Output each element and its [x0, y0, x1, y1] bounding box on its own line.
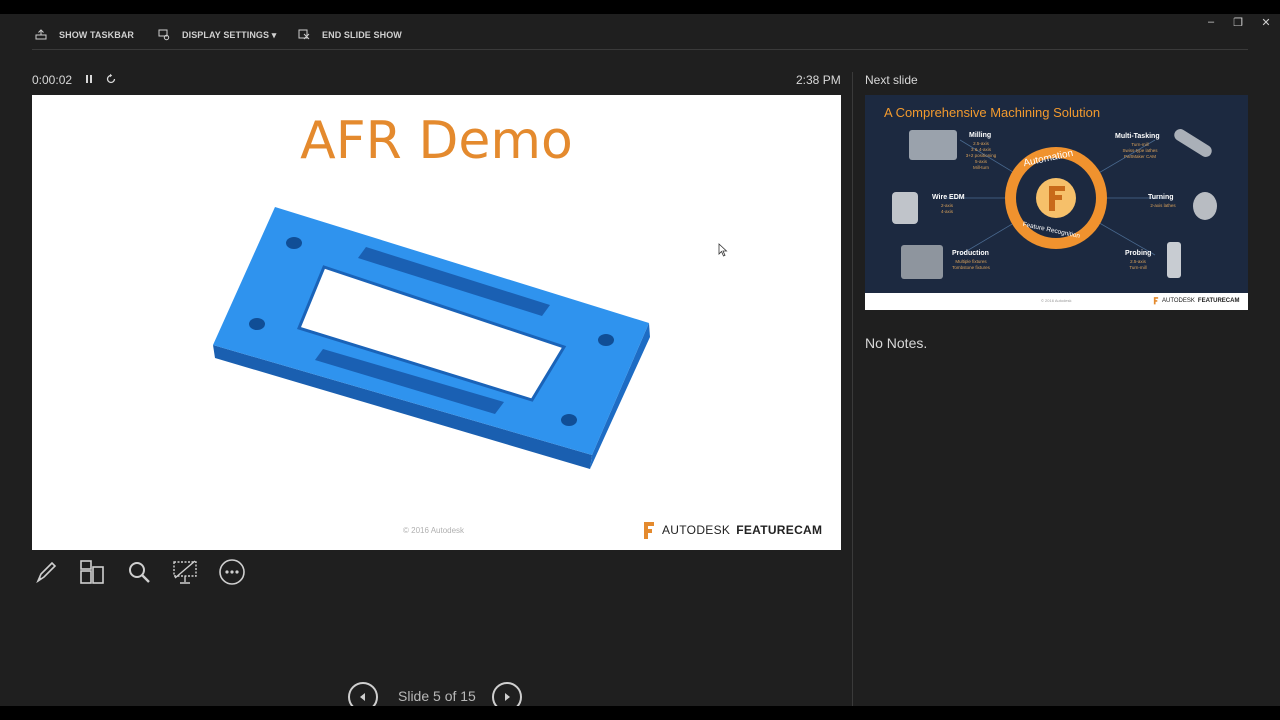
- wire-edm-label: Wire EDM: [932, 194, 965, 201]
- top-black-strip: [0, 0, 1280, 14]
- display-settings-button[interactable]: DISPLAY SETTINGS ▾: [158, 27, 276, 43]
- restart-icon: [106, 73, 116, 84]
- zoom-icon: [129, 562, 150, 583]
- next-slide-brand: AUTODESK FEATURECAM: [1153, 296, 1239, 305]
- pause-icon: [86, 75, 92, 83]
- next-brand-autodesk: AUTODESK: [1162, 297, 1195, 304]
- display-settings-icon: [158, 29, 170, 41]
- milling-label: Milling: [969, 132, 992, 139]
- next-slide-footer: © 2016 Autodesk AUTODESK FEATURECAM: [865, 293, 1248, 310]
- pen-tool-button[interactable]: [31, 557, 61, 587]
- pen-icon: [36, 561, 57, 584]
- show-taskbar-label: SHOW TASKBAR: [59, 30, 135, 40]
- multitasking-label: Multi-Tasking: [1115, 133, 1160, 140]
- wire-edm-image: [892, 192, 918, 224]
- prev-slide-icon: [360, 693, 365, 701]
- zoom-button[interactable]: [124, 557, 154, 587]
- cursor-icon: [718, 243, 728, 257]
- multitasking-sub: Turn-mill Swiss-type lathes PartMaker CA…: [1122, 142, 1158, 159]
- end-show-icon: [298, 29, 310, 40]
- brand-featurecam: FEATURECAM: [736, 523, 823, 537]
- turning-label: Turning: [1148, 194, 1174, 201]
- slides-grid-icon: [80, 560, 104, 584]
- pause-button[interactable]: [84, 73, 94, 88]
- probing-image: [1167, 242, 1181, 278]
- restore-icon: ❐: [1233, 16, 1243, 29]
- next-slide-thumbnail[interactable]: A Comprehensive Machining Solution Autom…: [865, 95, 1248, 310]
- restore-button[interactable]: ❐: [1227, 14, 1249, 30]
- brand-autodesk: AUTODESK: [662, 523, 731, 537]
- next-slide-heading: Next slide: [865, 73, 918, 87]
- taskbar-icon: [35, 29, 47, 40]
- next-slide-icon: [505, 693, 510, 701]
- end-slide-show-label: END SLIDE SHOW: [322, 30, 402, 40]
- wire-edm-sub: 2-axis 4-axis: [940, 203, 953, 214]
- show-taskbar-button[interactable]: SHOW TASKBAR: [35, 27, 134, 43]
- pane-divider[interactable]: [852, 72, 853, 706]
- slide-indicator[interactable]: Slide 5 of 15: [398, 688, 476, 704]
- display-settings-label: DISPLAY SETTINGS ▾: [182, 29, 277, 40]
- turning-image: [1193, 192, 1217, 220]
- next-slide-copyright: © 2016 Autodesk: [1041, 298, 1072, 303]
- mouse-cursor: [718, 243, 728, 262]
- slide-copyright: © 2016 Autodesk: [403, 526, 465, 535]
- milling-sub: 2.5-axis 3 & 4-axis 3+2 positioning 5-ax…: [965, 141, 997, 170]
- more-options-button[interactable]: [217, 557, 247, 587]
- clock: 2:38 PM: [796, 73, 841, 87]
- turning-sub: 2-axis lathes: [1150, 203, 1176, 208]
- reset-timer-button[interactable]: [105, 73, 117, 88]
- elapsed-timer: 0:00:02: [32, 73, 73, 87]
- minimize-icon: –: [1207, 16, 1215, 28]
- milling-image: [909, 130, 957, 160]
- featurecam-logo-icon: [644, 522, 654, 539]
- current-slide[interactable]: AFR Demo © 2016 Autodesk AUTODESK FEATUR…: [32, 95, 841, 550]
- close-button[interactable]: ✕: [1255, 14, 1277, 30]
- next-brand-featurecam: FEATURECAM: [1197, 297, 1240, 304]
- featurecam-logo-small-icon: [1153, 297, 1159, 305]
- part-illustration: [213, 207, 650, 469]
- black-screen-icon: [173, 560, 197, 584]
- close-icon: ✕: [1261, 16, 1271, 29]
- see-all-slides-button[interactable]: [77, 557, 107, 587]
- end-slide-show-button[interactable]: END SLIDE SHOW: [298, 27, 402, 43]
- black-screen-button[interactable]: [170, 557, 200, 587]
- toolbar-divider: [32, 49, 1248, 50]
- more-options-icon: [219, 559, 245, 585]
- probing-label: Probing: [1125, 250, 1152, 257]
- production-sub: Multiple fixtures Tombstone fixtures: [952, 259, 990, 270]
- minimize-button[interactable]: –: [1200, 14, 1222, 30]
- production-label: Production: [952, 250, 989, 257]
- probing-sub: 2.5-axis Turn-mill: [1129, 259, 1147, 270]
- featurecam-brand: AUTODESK FEATURECAM: [642, 520, 822, 540]
- speaker-notes: No Notes.: [865, 335, 928, 351]
- production-image: [901, 245, 943, 279]
- bottom-black-strip: [0, 706, 1280, 720]
